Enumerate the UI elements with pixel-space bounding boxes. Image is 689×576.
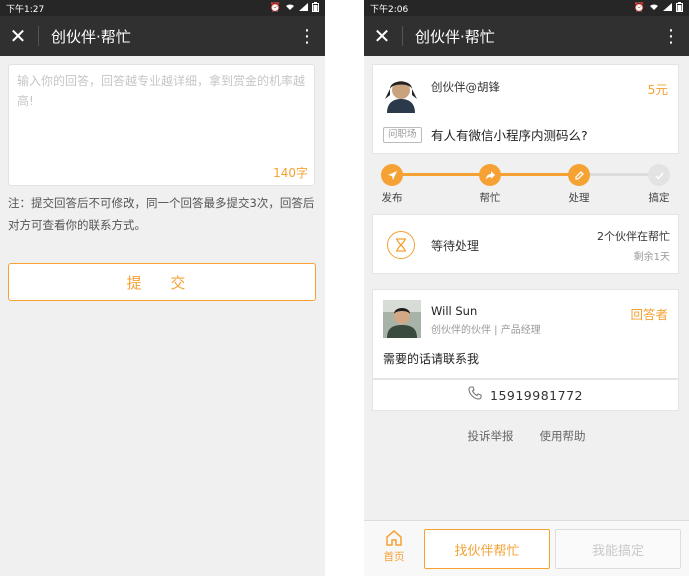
alarm-icon: ⏰ bbox=[269, 3, 281, 13]
status-time: 下午2:06 bbox=[370, 4, 409, 15]
wait-status-card: 等待处理 2个伙伴在帮忙 剩余1天 bbox=[372, 214, 679, 274]
progress-track-pending bbox=[582, 173, 658, 176]
answer-text: 需要的话请联系我 bbox=[383, 352, 480, 366]
reward-amount: 5元 bbox=[647, 82, 668, 97]
phone-icon bbox=[468, 386, 482, 404]
more-icon[interactable]: ⋮ bbox=[295, 16, 319, 56]
char-count: 140字 bbox=[273, 166, 308, 180]
asker-name: 创伙伴@胡锋 bbox=[431, 80, 500, 94]
answerer-title: 创伙伴的伙伴 | 产品经理 bbox=[431, 325, 541, 336]
report-link[interactable]: 投诉举报 bbox=[468, 428, 514, 444]
answer-screen: 下午1:27 ⏰ ✕ 创伙伴·帮忙 ⋮ 140字 注：提交回答后不可修改，同一个… bbox=[0, 0, 325, 576]
tab-home[interactable]: 首页 bbox=[378, 529, 410, 564]
signal-icon bbox=[299, 2, 308, 14]
send-icon bbox=[381, 164, 403, 186]
answerer-badge: 回答者 bbox=[630, 307, 668, 322]
close-icon[interactable]: ✕ bbox=[364, 16, 400, 56]
nav-bar: ✕ 创伙伴·帮忙 ⋮ bbox=[0, 16, 325, 56]
answerer-avatar[interactable] bbox=[383, 300, 421, 338]
step-label-process: 处理 bbox=[568, 192, 590, 204]
status-time: 下午1:27 bbox=[6, 4, 45, 15]
alarm-icon: ⏰ bbox=[633, 3, 645, 13]
find-helper-button[interactable]: 找伙伴帮忙 bbox=[424, 529, 550, 569]
step-label-publish: 发布 bbox=[381, 192, 403, 204]
answer-input[interactable] bbox=[9, 65, 314, 185]
battery-icon bbox=[312, 1, 319, 15]
share-icon bbox=[479, 164, 501, 186]
nav-divider bbox=[38, 26, 39, 46]
submit-note: 注：提交回答后不可修改，同一个回答最多提交3次，回答后对方可查看你的联系方式。 bbox=[8, 196, 315, 232]
answer-card: Will Sun 创伙伴的伙伴 | 产品经理 回答者 需要的话请联系我 bbox=[372, 289, 679, 379]
question-text: 有人有微信小程序内测码么? bbox=[431, 128, 588, 143]
status-bar: 下午2:06 ⏰ bbox=[364, 0, 689, 16]
wifi-icon bbox=[285, 3, 295, 14]
battery-icon bbox=[676, 1, 683, 15]
can-solve-button[interactable]: 我能搞定 bbox=[555, 529, 681, 569]
tab-home-label: 首页 bbox=[383, 551, 405, 563]
step-label-help: 帮忙 bbox=[479, 192, 501, 204]
asker-avatar[interactable] bbox=[381, 75, 421, 115]
category-tag[interactable]: 问职场 bbox=[383, 127, 422, 143]
helper-count: 2个伙伴在帮忙 bbox=[597, 230, 670, 243]
nav-divider bbox=[402, 26, 403, 46]
signal-icon bbox=[663, 2, 672, 14]
phone-contact[interactable]: 15919981772 bbox=[372, 379, 679, 411]
question-detail-screen: 下午2:06 ⏰ ✕ 创伙伴·帮忙 ⋮ 创伙伴@胡锋 5元 问职场 有人有微信小… bbox=[364, 0, 689, 576]
hourglass-icon bbox=[387, 231, 415, 259]
nav-bar: ✕ 创伙伴·帮忙 ⋮ bbox=[364, 16, 689, 56]
page-title: 创伙伴·帮忙 bbox=[51, 27, 131, 46]
wifi-icon bbox=[649, 3, 659, 14]
answer-box: 140字 bbox=[8, 64, 315, 186]
question-card[interactable]: 创伙伴@胡锋 5元 问职场 有人有微信小程序内测码么? bbox=[372, 64, 679, 154]
bottom-bar: 首页 找伙伴帮忙 我能搞定 bbox=[364, 520, 689, 576]
check-icon bbox=[648, 164, 670, 186]
more-icon[interactable]: ⋮ bbox=[659, 16, 683, 56]
progress-steps: 发布 帮忙 处理 搞定 bbox=[372, 162, 679, 206]
footer-links: 投诉举报 使用帮助 bbox=[364, 428, 689, 444]
close-icon[interactable]: ✕ bbox=[0, 16, 36, 56]
wait-status-text: 等待处理 bbox=[431, 239, 480, 253]
page-title: 创伙伴·帮忙 bbox=[415, 27, 495, 46]
submit-button[interactable]: 提 交 bbox=[8, 263, 316, 301]
pencil-icon bbox=[568, 164, 590, 186]
phone-number: 15919981772 bbox=[490, 387, 583, 403]
time-remaining: 剩余1天 bbox=[633, 252, 670, 263]
step-label-done: 搞定 bbox=[648, 192, 670, 204]
help-link[interactable]: 使用帮助 bbox=[540, 428, 586, 444]
status-bar: 下午1:27 ⏰ bbox=[0, 0, 325, 16]
answerer-name: Will Sun bbox=[431, 304, 478, 318]
home-icon bbox=[378, 529, 410, 547]
